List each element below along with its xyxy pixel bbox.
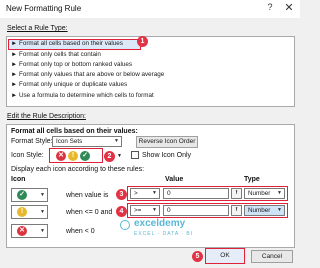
rule-item-unique[interactable]: ► Format only unique or duplicate values bbox=[9, 80, 211, 89]
row2-yellow-exclamation-icon: ! bbox=[17, 207, 27, 217]
chevron-down-icon: ▼ bbox=[152, 207, 157, 213]
chevron-down-icon: ▼ bbox=[40, 209, 45, 215]
watermark-name: exceldemy bbox=[134, 218, 186, 229]
type-column-header: Type bbox=[244, 176, 260, 183]
icon-style-label: Icon Style: bbox=[11, 152, 44, 159]
row2-type-dropdown[interactable]: Number ▼ bbox=[244, 205, 285, 216]
chevron-down-icon: ▼ bbox=[114, 138, 119, 144]
rule-description-label: Edit the Rule Description: bbox=[7, 113, 86, 120]
row1-upload-icon[interactable]: ⭱ bbox=[231, 188, 242, 199]
row1-type-dropdown[interactable]: Number ▼ bbox=[244, 188, 285, 199]
description-heading: Format all cells based on their values: bbox=[11, 128, 138, 135]
row2-value-input[interactable]: 0 bbox=[163, 205, 229, 216]
rule-item-contain[interactable]: ► Format only cells that contain bbox=[9, 50, 131, 59]
row1-condition: when value is bbox=[66, 192, 109, 199]
step-badge-2: 2 bbox=[104, 151, 115, 162]
row1-green-check-icon: ✓ bbox=[17, 190, 27, 200]
red-cross-icon: ✕ bbox=[56, 151, 66, 161]
ok-button[interactable]: OK bbox=[205, 248, 245, 264]
dialog-title: New Formatting Rule bbox=[6, 4, 82, 13]
cancel-button[interactable]: Cancel bbox=[251, 250, 293, 263]
close-button[interactable]: ✕ bbox=[282, 1, 296, 15]
green-check-icon: ✓ bbox=[80, 151, 90, 161]
chevron-down-icon: ▼ bbox=[40, 192, 45, 198]
format-style-label: Format Style: bbox=[11, 138, 53, 145]
display-rules-text: Display each icon according to these rul… bbox=[11, 166, 145, 173]
row2-operator-dropdown[interactable]: >= ▼ bbox=[130, 205, 160, 216]
format-style-dropdown[interactable]: Icon Sets ▼ bbox=[52, 136, 122, 147]
row1-operator-dropdown[interactable]: > ▼ bbox=[130, 188, 160, 199]
row2-condition: when <= 0 and bbox=[66, 209, 113, 216]
icon-style-chevron-icon[interactable]: ▼ bbox=[117, 153, 122, 159]
row3-condition: when < 0 bbox=[66, 228, 95, 235]
rule-item-average[interactable]: ► Format only values that are above or b… bbox=[9, 70, 211, 79]
value-column-header: Value bbox=[165, 176, 184, 183]
step-badge-1: 1 bbox=[137, 36, 148, 47]
rule-item-ranked[interactable]: ► Format only top or bottom ranked value… bbox=[9, 60, 211, 69]
help-button[interactable]: ? bbox=[264, 2, 276, 15]
rule-item-all-cells[interactable]: ► Format all cells based on their values bbox=[8, 39, 141, 50]
row2-type-value: Number bbox=[248, 207, 271, 214]
chevron-down-icon: ▼ bbox=[277, 190, 282, 196]
chevron-down-icon: ▼ bbox=[152, 190, 157, 196]
watermark-tagline: EXCEL · DATA · BI bbox=[134, 231, 194, 237]
format-style-value: Icon Sets bbox=[56, 138, 83, 145]
step-badge-3: 3 bbox=[116, 189, 127, 200]
step-badge-4: 4 bbox=[116, 206, 127, 217]
row1-value-input[interactable]: 0 bbox=[163, 188, 229, 199]
rule-type-list: ► Format all cells based on their values… bbox=[6, 36, 295, 107]
rule-item-formula[interactable]: ► Use a formula to determine which cells… bbox=[9, 91, 211, 100]
chevron-down-icon: ▼ bbox=[40, 228, 45, 234]
row2-upload-icon[interactable]: ⭱ bbox=[231, 205, 242, 216]
row2-operator-value: >= bbox=[134, 207, 142, 214]
icon-column-header: Icon bbox=[11, 176, 26, 183]
yellow-exclamation-icon: ! bbox=[68, 151, 78, 161]
chevron-down-icon: ▼ bbox=[277, 207, 282, 213]
exceldemy-logo-icon bbox=[120, 220, 130, 230]
row3-red-cross-icon: ✕ bbox=[17, 226, 27, 236]
row1-operator-value: > bbox=[134, 190, 138, 197]
rule-type-label: Select a Rule Type: bbox=[7, 25, 68, 32]
reverse-icon-order-button[interactable]: Reverse Icon Order bbox=[136, 136, 198, 148]
show-icon-only-checkbox[interactable] bbox=[131, 151, 139, 159]
show-icon-only-label: Show Icon Only bbox=[142, 152, 192, 159]
row1-type-value: Number bbox=[248, 190, 271, 197]
step-badge-5: 5 bbox=[192, 251, 203, 262]
